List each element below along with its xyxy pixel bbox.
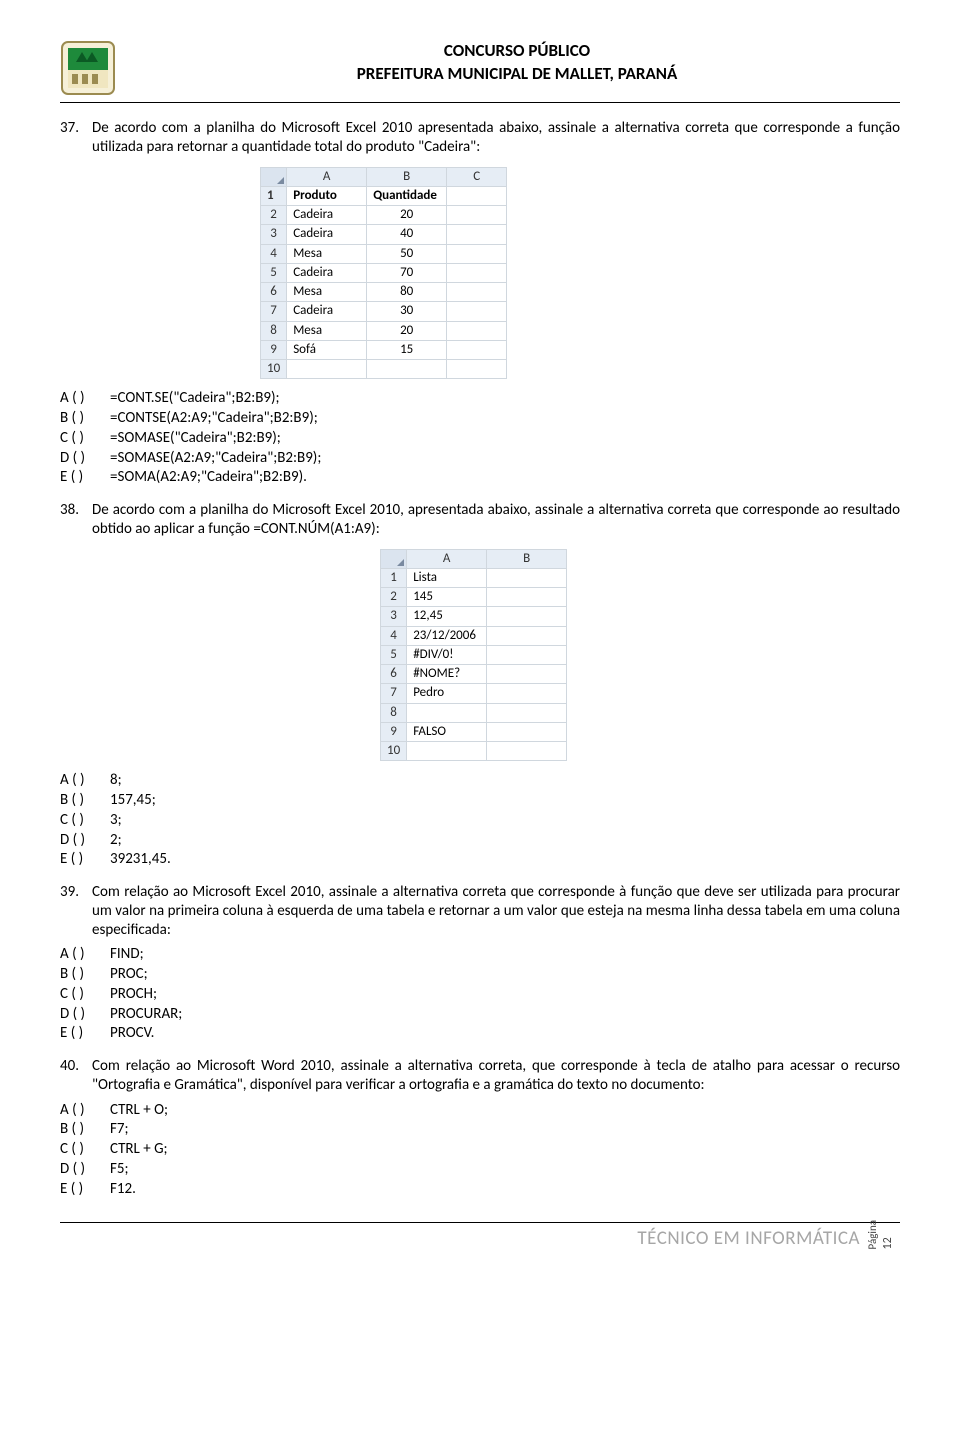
- municipality-logo: [60, 40, 116, 96]
- question-40: 40. Com relação ao Microsoft Word 2010, …: [60, 1057, 900, 1198]
- options-40: A ( )CTRL + O; B ( )F7; C ( )CTRL + G; D…: [60, 1101, 900, 1199]
- page-number: Página 12: [866, 1220, 896, 1249]
- option-38-e[interactable]: E ( )39231,45.: [60, 850, 900, 869]
- question-37: 37. De acordo com a planilha do Microsof…: [60, 119, 900, 487]
- question-number: 39.: [60, 883, 84, 939]
- option-39-b[interactable]: B ( )PROC;: [60, 965, 900, 984]
- option-40-a[interactable]: A ( )CTRL + O;: [60, 1101, 900, 1120]
- footer-divider: [60, 1222, 900, 1223]
- option-39-e[interactable]: E ( )PROCV.: [60, 1024, 900, 1043]
- page-footer: TÉCNICO EM INFORMÁTICA Página 12: [60, 1222, 900, 1251]
- header-line-2: PREFEITURA MUNICIPAL DE MALLET, PARANÁ: [134, 63, 900, 84]
- question-39: 39. Com relação ao Microsoft Excel 2010,…: [60, 883, 900, 1043]
- option-37-d[interactable]: D ( )=SOMASE(A2:A9;"Cadeira";B2:B9);: [60, 449, 900, 468]
- question-number: 38.: [60, 501, 84, 539]
- option-40-e[interactable]: E ( )F12.: [60, 1180, 900, 1199]
- options-38: A ( )8; B ( )157,45; C ( )3; D ( )2; E (…: [60, 771, 900, 869]
- header-title-block: CONCURSO PÚBLICO PREFEITURA MUNICIPAL DE…: [134, 40, 900, 85]
- option-40-b[interactable]: B ( )F7;: [60, 1120, 900, 1139]
- header-divider: [60, 102, 900, 103]
- page-header: CONCURSO PÚBLICO PREFEITURA MUNICIPAL DE…: [60, 40, 900, 96]
- option-40-c[interactable]: C ( )CTRL + G;: [60, 1140, 900, 1159]
- option-40-d[interactable]: D ( )F5;: [60, 1160, 900, 1179]
- option-39-c[interactable]: C ( )PROCH;: [60, 985, 900, 1004]
- option-39-d[interactable]: D ( )PROCURAR;: [60, 1005, 900, 1024]
- header-line-1: CONCURSO PÚBLICO: [134, 40, 900, 61]
- option-37-a[interactable]: A ( )=CONT.SE("Cadeira";B2:B9);: [60, 389, 900, 408]
- option-38-a[interactable]: A ( )8;: [60, 771, 900, 790]
- question-number: 37.: [60, 119, 84, 157]
- option-38-d[interactable]: D ( )2;: [60, 831, 900, 850]
- option-37-b[interactable]: B ( )=CONTSE(A2:A9;"Cadeira";B2:B9);: [60, 409, 900, 428]
- question-text: Com relação ao Microsoft Excel 2010, ass…: [92, 883, 900, 939]
- question-38: 38. De acordo com a planilha do Microsof…: [60, 501, 900, 869]
- option-39-a[interactable]: A ( )FIND;: [60, 945, 900, 964]
- options-39: A ( )FIND; B ( )PROC; C ( )PROCH; D ( )P…: [60, 945, 900, 1043]
- excel-screenshot-38: AB1Lista2145312,45423/12/20065#DIV/0!6#N…: [380, 549, 900, 762]
- options-37: A ( )=CONT.SE("Cadeira";B2:B9); B ( )=CO…: [60, 389, 900, 487]
- excel-screenshot-37: ABC1ProdutoQuantidade2Cadeira203Cadeira4…: [260, 167, 900, 380]
- question-text: De acordo com a planilha do Microsoft Ex…: [92, 119, 900, 157]
- option-37-c[interactable]: C ( )=SOMASE("Cadeira";B2:B9);: [60, 429, 900, 448]
- footer-role: TÉCNICO EM INFORMÁTICA: [60, 1227, 900, 1251]
- option-38-c[interactable]: C ( )3;: [60, 811, 900, 830]
- option-38-b[interactable]: B ( )157,45;: [60, 791, 900, 810]
- question-text: Com relação ao Microsoft Word 2010, assi…: [92, 1057, 900, 1095]
- question-number: 40.: [60, 1057, 84, 1095]
- option-37-e[interactable]: E ( )=SOMA(A2:A9;"Cadeira";B2:B9).: [60, 468, 900, 487]
- question-text: De acordo com a planilha do Microsoft Ex…: [92, 501, 900, 539]
